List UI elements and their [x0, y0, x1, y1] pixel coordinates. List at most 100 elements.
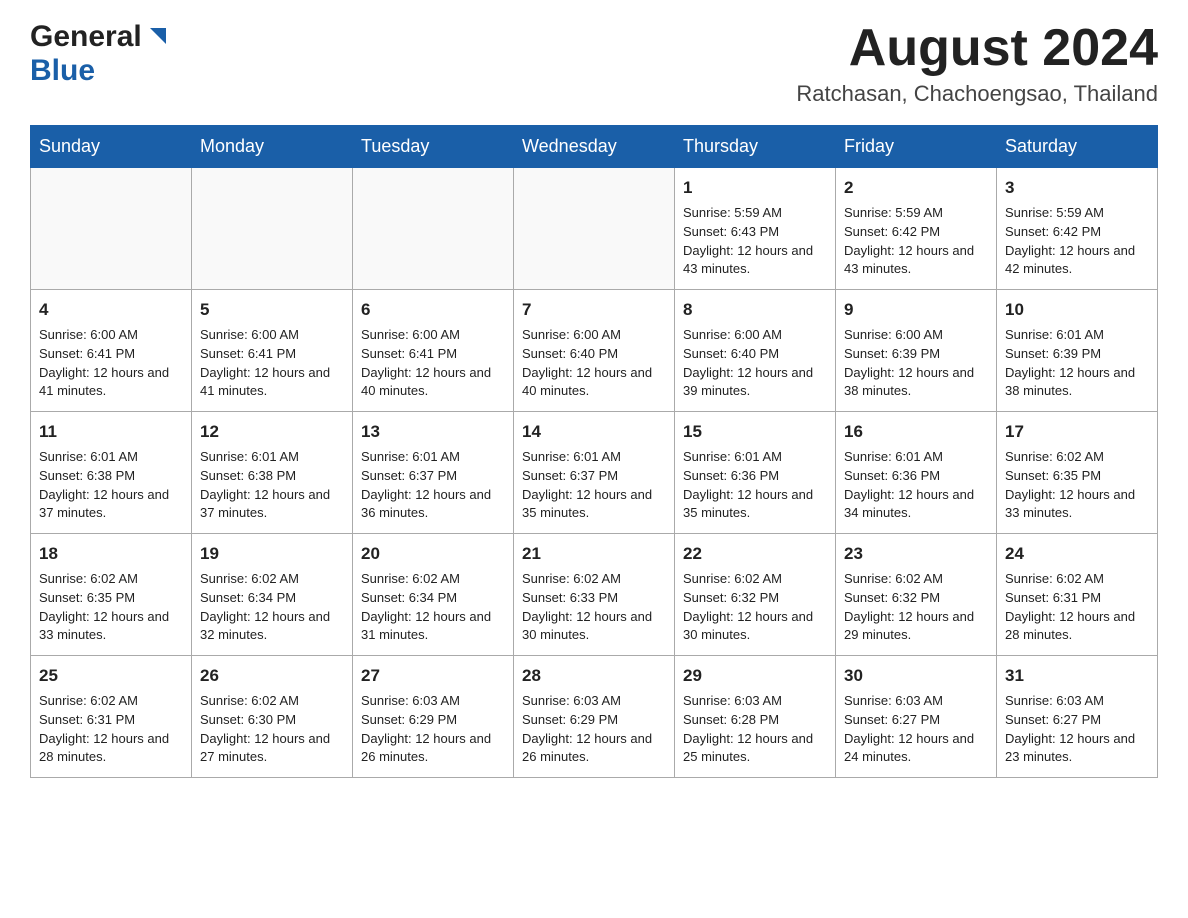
sunrise-text: Sunrise: 6:01 AM	[39, 449, 138, 464]
sunset-text: Sunset: 6:32 PM	[844, 590, 940, 605]
day-number: 29	[683, 664, 827, 689]
sunrise-text: Sunrise: 6:02 AM	[200, 571, 299, 586]
sunrise-text: Sunrise: 6:03 AM	[1005, 693, 1104, 708]
sunrise-text: Sunrise: 6:02 AM	[1005, 571, 1104, 586]
logo-general-text: General	[30, 20, 142, 54]
sunrise-text: Sunrise: 6:01 AM	[683, 449, 782, 464]
table-row: 12Sunrise: 6:01 AMSunset: 6:38 PMDayligh…	[192, 412, 353, 534]
sunset-text: Sunset: 6:40 PM	[683, 346, 779, 361]
table-row: 4Sunrise: 6:00 AMSunset: 6:41 PMDaylight…	[31, 290, 192, 412]
table-row: 26Sunrise: 6:02 AMSunset: 6:30 PMDayligh…	[192, 656, 353, 778]
table-row: 8Sunrise: 6:00 AMSunset: 6:40 PMDaylight…	[675, 290, 836, 412]
daylight-text: Daylight: 12 hours and 33 minutes.	[39, 609, 169, 643]
table-row: 10Sunrise: 6:01 AMSunset: 6:39 PMDayligh…	[997, 290, 1158, 412]
daylight-text: Daylight: 12 hours and 25 minutes.	[683, 731, 813, 765]
daylight-text: Daylight: 12 hours and 29 minutes.	[844, 609, 974, 643]
day-number: 5	[200, 298, 344, 323]
calendar-week-row: 18 Sunrise: 6:02 AM Sunset: 6:35 PM Dayligh…	[31, 534, 1158, 656]
table-row: 31Sunrise: 6:03 AMSunset: 6:27 PMDayligh…	[997, 656, 1158, 778]
sunset-text: Sunset: 6:37 PM	[522, 468, 618, 483]
day-number: 18	[39, 542, 183, 567]
sunset-text: Sunset: 6:34 PM	[361, 590, 457, 605]
daylight-text: Daylight: 12 hours and 30 minutes.	[683, 609, 813, 643]
day-number: 11	[39, 420, 183, 445]
header-thursday: Thursday	[675, 126, 836, 168]
table-row: 1Sunrise: 5:59 AMSunset: 6:43 PMDaylight…	[675, 168, 836, 290]
daylight-text: Daylight: 12 hours and 38 minutes.	[1005, 365, 1135, 399]
table-row: 22Sunrise: 6:02 AMSunset: 6:32 PMDayligh…	[675, 534, 836, 656]
sunrise-text: Sunrise: 6:03 AM	[522, 693, 621, 708]
day-number: 10	[1005, 298, 1149, 323]
sunset-text: Sunset: 6:31 PM	[39, 712, 135, 727]
sunset-text: Sunset: 6:29 PM	[522, 712, 618, 727]
logo-triangle-icon	[146, 24, 168, 51]
daylight-text: Daylight: 12 hours and 26 minutes.	[361, 731, 491, 765]
sunset-text: Sunset: 6:27 PM	[844, 712, 940, 727]
calendar-week-row: 1 Sunrise: 5:59 AM Sunset: 6:43 PM Daylight…	[31, 168, 1158, 290]
day-number: 16	[844, 420, 988, 445]
day-number: 22	[683, 542, 827, 567]
sunset-text: Sunset: 6:41 PM	[361, 346, 457, 361]
sunrise-text: Sunrise: 6:02 AM	[361, 571, 460, 586]
table-row: 13Sunrise: 6:01 AMSunset: 6:37 PMDayligh…	[353, 412, 514, 534]
table-row: 17Sunrise: 6:02 AMSunset: 6:35 PMDayligh…	[997, 412, 1158, 534]
sunrise-text: Sunrise: 6:00 AM	[200, 327, 299, 342]
day-number: 20	[361, 542, 505, 567]
sunset-text: Sunset: 6:43 PM	[683, 224, 779, 239]
sunrise-text: Sunrise: 6:01 AM	[361, 449, 460, 464]
table-row: 23Sunrise: 6:02 AMSunset: 6:32 PMDayligh…	[836, 534, 997, 656]
sunset-text: Sunset: 6:36 PM	[844, 468, 940, 483]
sunrise-text: Sunrise: 6:00 AM	[361, 327, 460, 342]
day-number: 26	[200, 664, 344, 689]
header-monday: Monday	[192, 126, 353, 168]
header-tuesday: Tuesday	[353, 126, 514, 168]
sunset-text: Sunset: 6:38 PM	[39, 468, 135, 483]
sunrise-text: Sunrise: 6:02 AM	[1005, 449, 1104, 464]
sunrise-text: Sunrise: 6:02 AM	[844, 571, 943, 586]
sunset-text: Sunset: 6:39 PM	[844, 346, 940, 361]
sunrise-text: Sunrise: 6:03 AM	[844, 693, 943, 708]
day-number: 7	[522, 298, 666, 323]
sunset-text: Sunset: 6:41 PM	[200, 346, 296, 361]
table-row	[31, 168, 192, 290]
day-number: 24	[1005, 542, 1149, 567]
day-number: 21	[522, 542, 666, 567]
daylight-text: Daylight: 12 hours and 36 minutes.	[361, 487, 491, 521]
table-row: 28Sunrise: 6:03 AMSunset: 6:29 PMDayligh…	[514, 656, 675, 778]
day-number: 1	[683, 176, 827, 201]
sunset-text: Sunset: 6:27 PM	[1005, 712, 1101, 727]
table-row: 5Sunrise: 6:00 AMSunset: 6:41 PMDaylight…	[192, 290, 353, 412]
table-row: 20 Sunrise: 6:02 AM Sunset: 6:34 PM Dayligh…	[353, 534, 514, 656]
day-number: 19	[200, 542, 344, 567]
daylight-text: Daylight: 12 hours and 35 minutes.	[522, 487, 652, 521]
sunset-text: Sunset: 6:36 PM	[683, 468, 779, 483]
daylight-text: Daylight: 12 hours and 31 minutes.	[361, 609, 491, 643]
page-header: General Blue August 2024 Ratchasan, Chac…	[30, 20, 1158, 107]
table-row: 6Sunrise: 6:00 AMSunset: 6:41 PMDaylight…	[353, 290, 514, 412]
sunrise-text: Sunrise: 6:03 AM	[683, 693, 782, 708]
sunset-text: Sunset: 6:40 PM	[522, 346, 618, 361]
logo: General Blue	[30, 20, 168, 88]
day-number: 3	[1005, 176, 1149, 201]
daylight-text: Daylight: 12 hours and 30 minutes.	[522, 609, 652, 643]
daylight-text: Daylight: 12 hours and 24 minutes.	[844, 731, 974, 765]
table-row: 24Sunrise: 6:02 AMSunset: 6:31 PMDayligh…	[997, 534, 1158, 656]
sunrise-text: Sunrise: 5:59 AM	[683, 205, 782, 220]
day-number: 6	[361, 298, 505, 323]
sunset-text: Sunset: 6:35 PM	[39, 590, 135, 605]
table-row	[192, 168, 353, 290]
sunrise-text: Sunrise: 6:02 AM	[683, 571, 782, 586]
daylight-text: Daylight: 12 hours and 42 minutes.	[1005, 243, 1135, 277]
table-row: 9Sunrise: 6:00 AMSunset: 6:39 PMDaylight…	[836, 290, 997, 412]
header-friday: Friday	[836, 126, 997, 168]
table-row	[514, 168, 675, 290]
table-row: 29Sunrise: 6:03 AMSunset: 6:28 PMDayligh…	[675, 656, 836, 778]
table-row: 30Sunrise: 6:03 AMSunset: 6:27 PMDayligh…	[836, 656, 997, 778]
sunrise-text: Sunrise: 6:01 AM	[522, 449, 621, 464]
day-number: 17	[1005, 420, 1149, 445]
sunrise-text: Sunrise: 6:01 AM	[200, 449, 299, 464]
day-number: 13	[361, 420, 505, 445]
table-row: 7Sunrise: 6:00 AMSunset: 6:40 PMDaylight…	[514, 290, 675, 412]
calendar-week-row: 4Sunrise: 6:00 AMSunset: 6:41 PMDaylight…	[31, 290, 1158, 412]
sunset-text: Sunset: 6:34 PM	[200, 590, 296, 605]
